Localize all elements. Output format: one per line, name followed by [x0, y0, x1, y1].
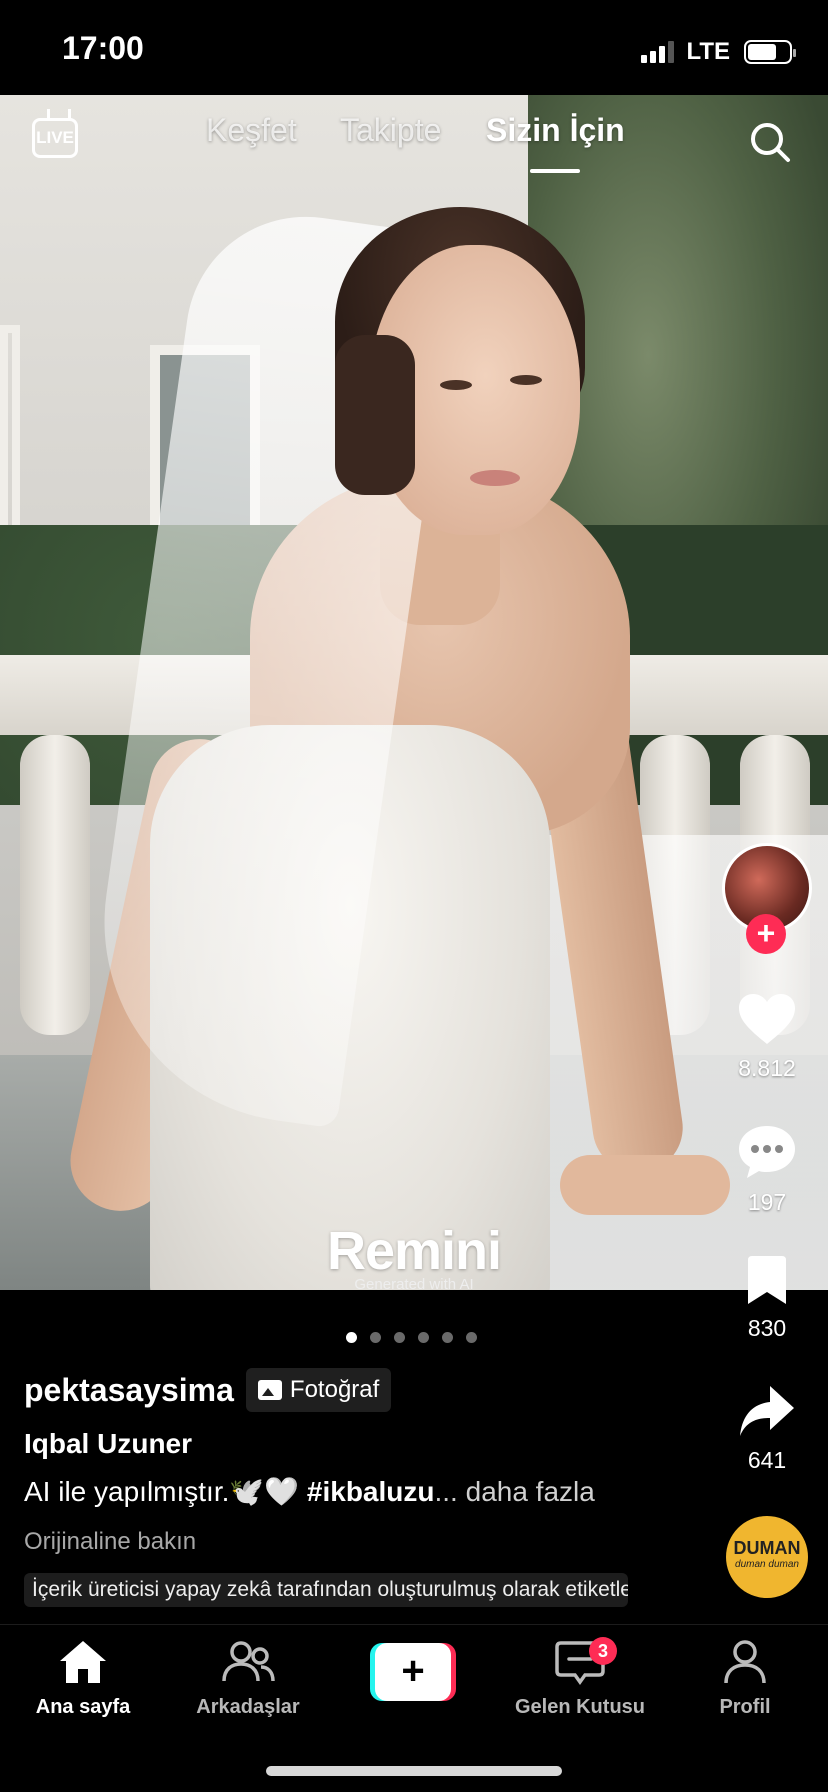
share-button[interactable]: 641 [726, 1384, 808, 1474]
share-arrow-icon [740, 1386, 794, 1436]
heart-icon [739, 994, 795, 1044]
bookmark-icon [748, 1256, 786, 1304]
post-photo[interactable]: Remini Generated with AI [0, 95, 828, 1290]
see-original-link[interactable]: Orijinaline bakın [24, 1528, 196, 1556]
profile-icon [724, 1640, 766, 1684]
save-count: 830 [747, 1315, 787, 1341]
hashtag[interactable]: #ikbaluzu [307, 1476, 435, 1507]
carousel-dot [442, 1332, 453, 1343]
active-tab-indicator [530, 169, 580, 173]
post-title: Iqbal Uzuner [24, 1428, 193, 1459]
ai-generated-label: İçerik üreticisi yapay zekâ tarafından o… [24, 1573, 628, 1607]
music-disc[interactable]: DUMAN duman duman [726, 1516, 808, 1598]
comment-count: 197 [747, 1189, 787, 1215]
inbox-badge: 3 [589, 1637, 617, 1665]
carousel-dots [346, 1332, 477, 1343]
friends-icon [222, 1641, 275, 1682]
see-more-link[interactable]: ... daha fazla [435, 1476, 595, 1507]
remini-watermark: Remini Generated with AI [326, 1221, 502, 1290]
follow-button[interactable]: + [746, 914, 786, 954]
tab-following[interactable]: Takipte [340, 112, 441, 149]
carousel-dot [394, 1332, 405, 1343]
status-indicators: LTE [641, 38, 796, 66]
plus-icon: + [375, 1643, 451, 1701]
signal-icon [641, 41, 675, 63]
nav-inbox[interactable]: 3 Gelen Kutusu [505, 1637, 655, 1719]
nav-home[interactable]: Ana sayfa [8, 1639, 158, 1719]
live-icon[interactable]: LIVE [32, 118, 78, 158]
share-count: 641 [747, 1447, 787, 1473]
carousel-dot [466, 1332, 477, 1343]
search-icon[interactable] [748, 120, 792, 164]
home-indicator [266, 1766, 562, 1776]
carousel-dot [418, 1332, 429, 1343]
like-count: 8.812 [738, 1055, 796, 1081]
carousel-dot [346, 1332, 357, 1343]
nav-profile[interactable]: Profil [670, 1639, 820, 1719]
top-nav: LIVE Keşfet Takipte Sizin İçin [0, 112, 828, 173]
author-row: pektasaysima Fotoğraf [24, 1368, 392, 1412]
status-time: 17:00 [62, 30, 144, 66]
network-type: LTE [686, 38, 730, 65]
save-button[interactable]: 830 [726, 1256, 808, 1342]
comment-button[interactable]: 197 [726, 1122, 808, 1216]
post-caption[interactable]: AI ile yapılmıştır.🕊️🤍 #ikbaluzu... daha… [24, 1475, 595, 1508]
create-button[interactable]: + [370, 1643, 456, 1701]
nav-friends[interactable]: Arkadaşlar [173, 1639, 323, 1719]
status-bar: 17:00 LTE [0, 0, 828, 95]
photo-badge: Fotoğraf [245, 1368, 392, 1412]
tab-for-you[interactable]: Sizin İçin [486, 112, 625, 149]
tab-explore[interactable]: Keşfet [206, 112, 297, 149]
comment-icon [739, 1126, 795, 1178]
image-icon [257, 1380, 282, 1400]
like-button[interactable]: 8.812 [726, 992, 808, 1082]
carousel-dot [370, 1332, 381, 1343]
battery-icon [744, 40, 796, 64]
author-username[interactable]: pektasaysima [24, 1372, 234, 1409]
home-icon [60, 1641, 106, 1683]
